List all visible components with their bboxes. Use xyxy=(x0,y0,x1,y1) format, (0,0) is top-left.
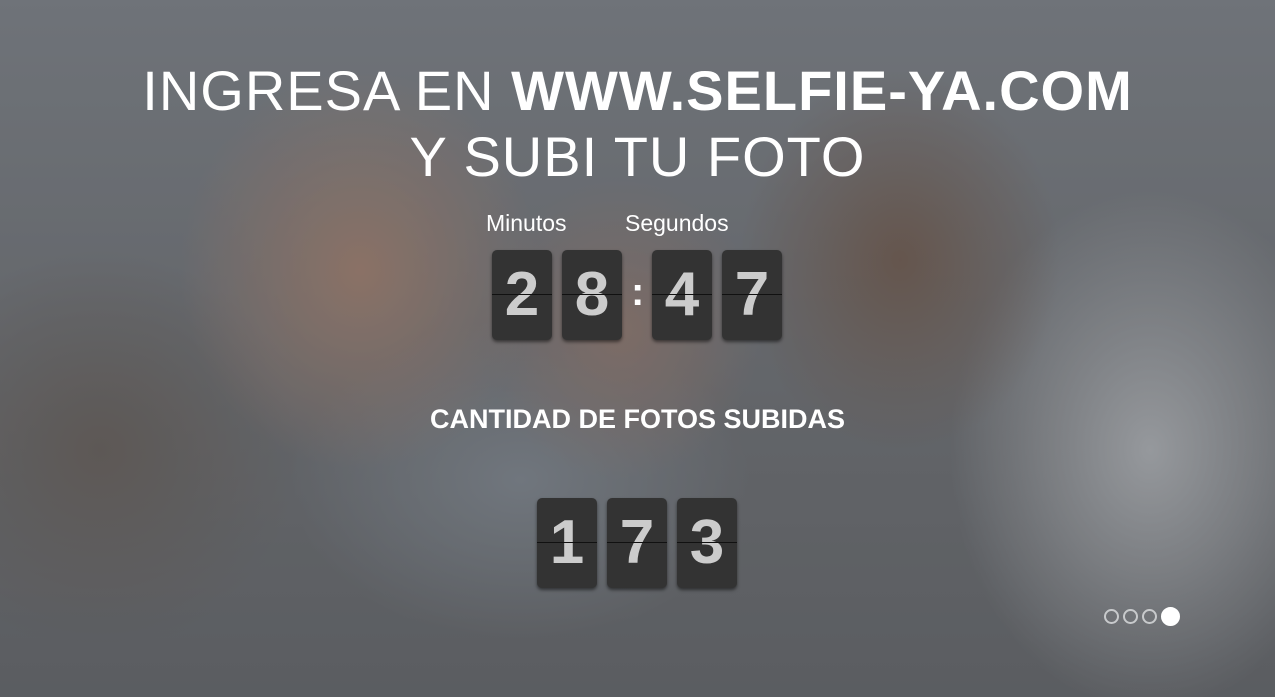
time-separator: : xyxy=(631,270,645,314)
seconds-ones-digit: 7 xyxy=(722,250,782,340)
minutes-tens-digit: 2 xyxy=(492,250,552,340)
minutes-ones-digit: 8 xyxy=(562,250,622,340)
headline: INGRESA EN WWW.SELFIE-YA.COM Y SUBI TU FO… xyxy=(142,59,1133,188)
headline-suffix: Y xyxy=(409,125,464,188)
carousel-dots xyxy=(1104,607,1180,626)
photos-digit-3: 3 xyxy=(677,498,737,588)
carousel-dot-4-active[interactable] xyxy=(1161,607,1180,626)
seconds-label: Segundos xyxy=(625,210,729,236)
carousel-dot-1[interactable] xyxy=(1104,609,1119,624)
headline-prefix: INGRESA EN xyxy=(142,59,512,122)
headline-site: WWW.SELFIE-YA.COM xyxy=(511,59,1133,122)
photos-digit-1: 1 xyxy=(537,498,597,588)
minutes-label: Minutos xyxy=(486,210,567,236)
photos-digit-2: 7 xyxy=(607,498,667,588)
carousel-dot-3[interactable] xyxy=(1142,609,1157,624)
photos-count-label: CANTIDAD DE FOTOS SUBIDAS xyxy=(429,404,846,434)
carousel-dot-2[interactable] xyxy=(1123,609,1138,624)
seconds-tens-digit: 4 xyxy=(652,250,712,340)
